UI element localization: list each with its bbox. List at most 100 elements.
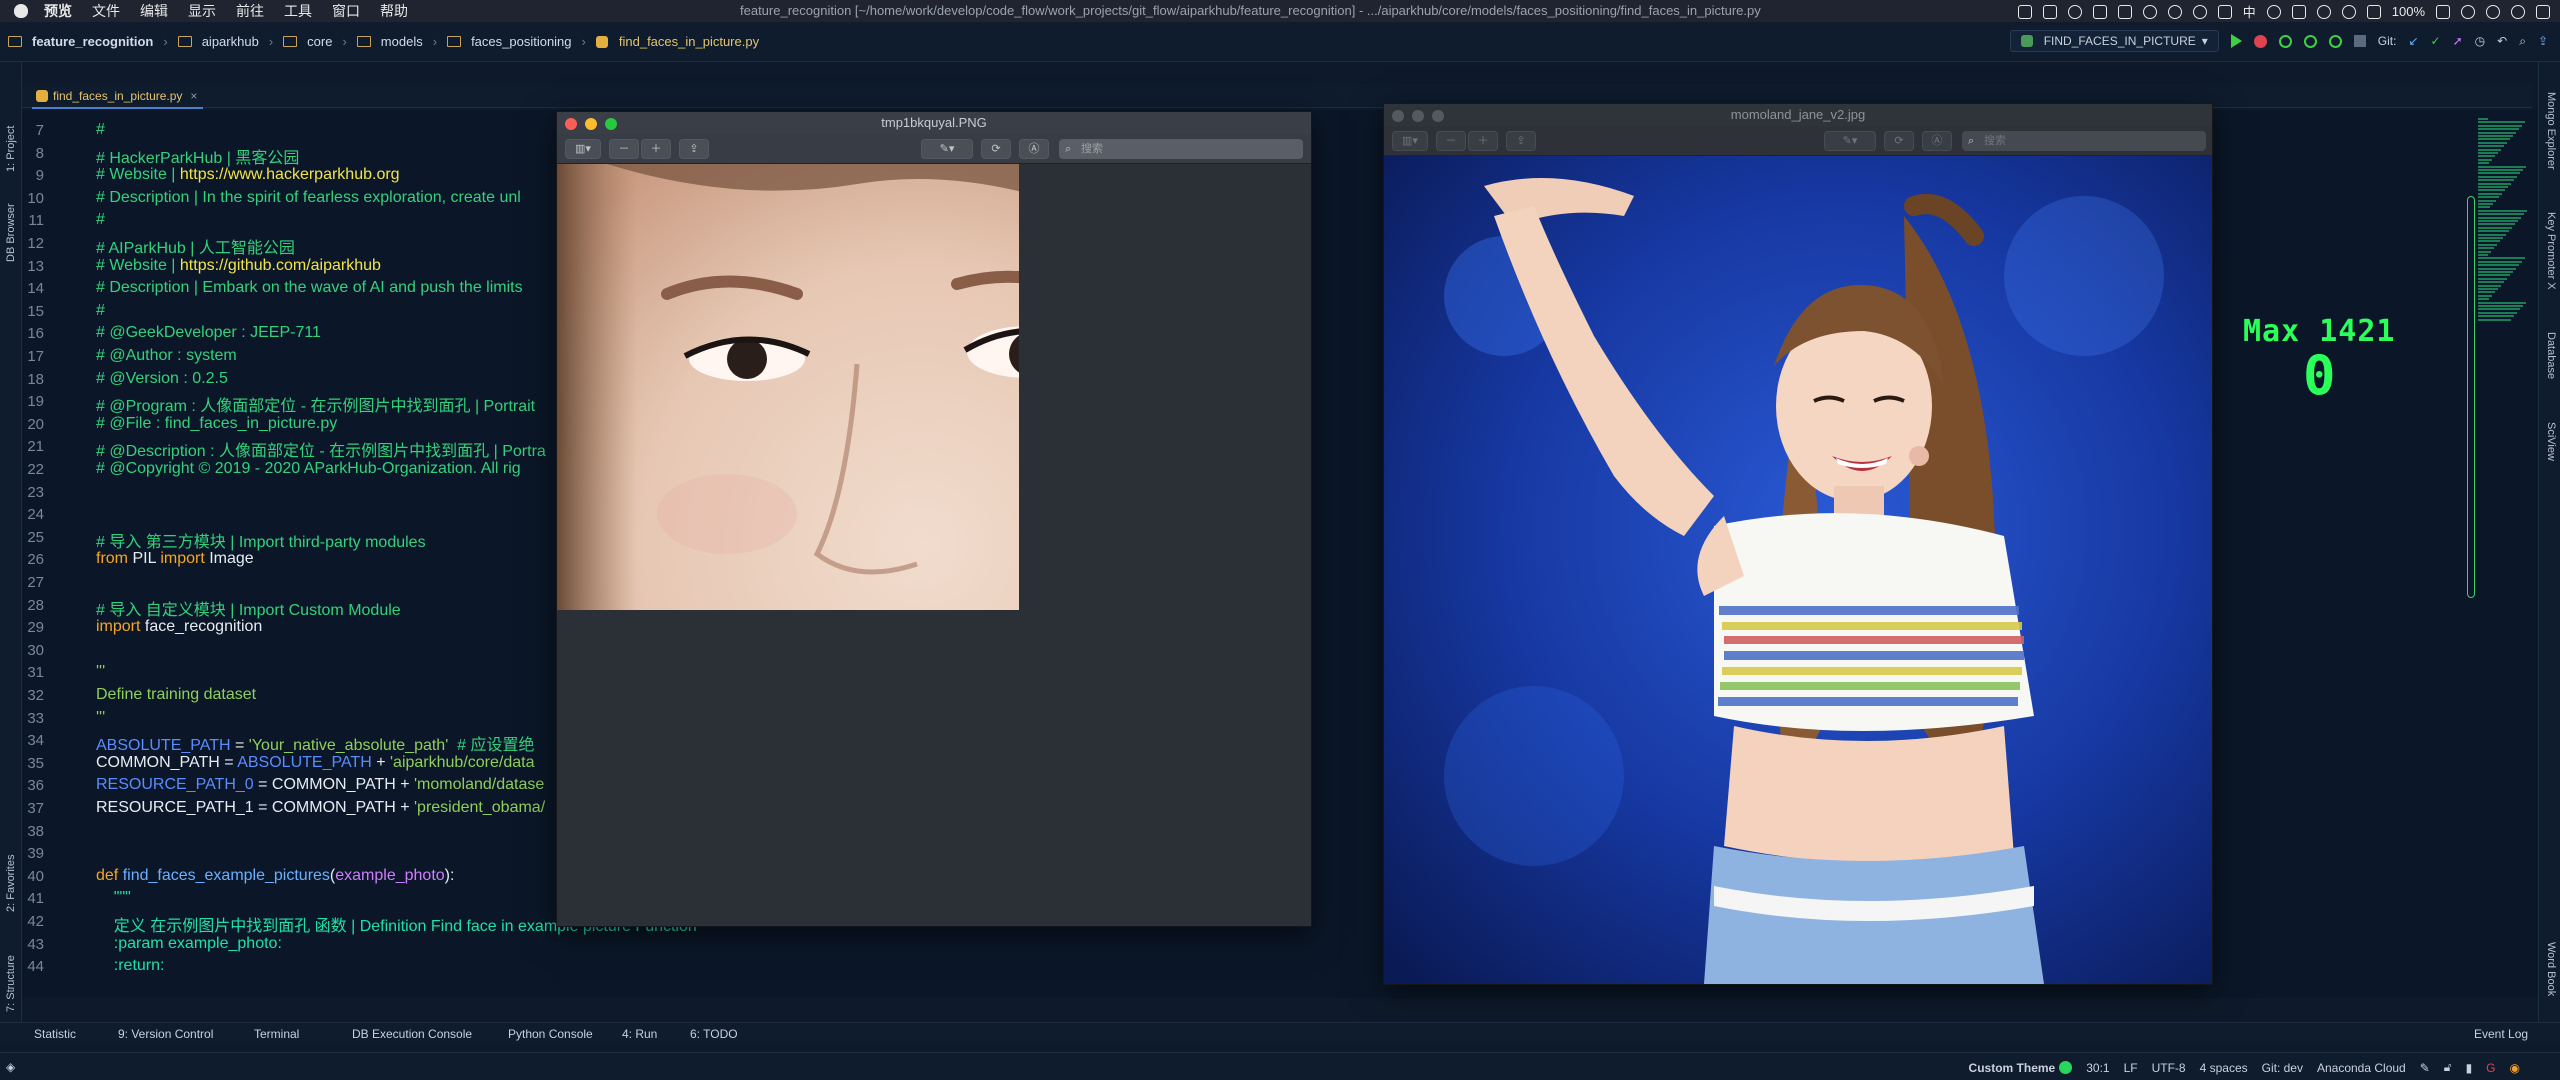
zoom-out-icon[interactable]: －: [609, 139, 639, 159]
apple-icon[interactable]: [14, 4, 28, 18]
zoom-window-button[interactable]: [605, 118, 617, 130]
db-browser-tool-button[interactable]: DB Browser: [5, 203, 17, 262]
shield-icon[interactable]: [2192, 4, 2207, 19]
clock-icon[interactable]: [2142, 4, 2157, 19]
menu-window[interactable]: 窗口: [332, 1, 360, 21]
volume-icon[interactable]: [2366, 4, 2381, 19]
profile-icon[interactable]: [2303, 34, 2317, 48]
sidebar-toggle-icon[interactable]: ▥▾: [565, 139, 601, 159]
crumb-faces-positioning[interactable]: faces_positioning: [471, 34, 571, 49]
code-minimap[interactable]: [2478, 118, 2534, 338]
minimize-window-button[interactable]: [1412, 110, 1424, 122]
layers-icon[interactable]: ◈: [6, 1060, 15, 1074]
coverage-icon[interactable]: [2278, 34, 2292, 48]
crumb-models[interactable]: models: [381, 34, 423, 49]
revert-icon[interactable]: ↶: [2497, 34, 2507, 48]
bluetooth-icon[interactable]: [2316, 4, 2331, 19]
sidebar-toggle-icon[interactable]: ▥▾: [1392, 131, 1428, 151]
crumb-file[interactable]: find_faces_in_picture.py: [619, 34, 759, 49]
close-window-button[interactable]: [1392, 110, 1404, 122]
caret-position[interactable]: 30:1: [2086, 1061, 2109, 1075]
crumb-core[interactable]: core: [307, 34, 332, 49]
preview-title-bar[interactable]: momoland_jane_v2.jpg: [1384, 104, 2212, 126]
share-icon[interactable]: ⇪: [1506, 131, 1536, 151]
terminal-tab[interactable]: Terminal: [254, 1027, 299, 1041]
bag-icon[interactable]: [2042, 4, 2057, 19]
key-promoter-tool-button[interactable]: Key Promoter X: [2545, 212, 2557, 290]
sync-icon[interactable]: [2067, 4, 2082, 19]
markup-pen-icon[interactable]: ✎▾: [1824, 131, 1876, 151]
git-update-icon[interactable]: ↙: [2408, 34, 2418, 48]
run-config-select[interactable]: FIND_FACES_IN_PICTURE ▾: [2009, 30, 2219, 52]
git-push-icon[interactable]: ➚: [2453, 34, 2463, 48]
theme-indicator[interactable]: Custom Theme: [1969, 1060, 2073, 1075]
crumb-project[interactable]: feature_recognition: [32, 34, 153, 49]
python-console-tab[interactable]: Python Console: [508, 1027, 593, 1041]
statistic-tab[interactable]: Statistic: [34, 1027, 76, 1041]
memory-icon[interactable]: ▮: [2466, 1061, 2473, 1075]
minimize-window-button[interactable]: [585, 118, 597, 130]
word-book-tool-button[interactable]: Word Book: [2545, 942, 2557, 996]
annotate-icon[interactable]: Ⓐ: [1019, 139, 1049, 159]
menu-edit[interactable]: 编辑: [140, 1, 168, 21]
crumb-aiparkhub[interactable]: aiparkhub: [202, 34, 259, 49]
mongo-explorer-tool-button[interactable]: Mongo Explorer: [2545, 92, 2557, 170]
wifi-icon[interactable]: [2341, 4, 2356, 19]
search-icon[interactable]: ⌕: [2519, 34, 2526, 49]
menu-file[interactable]: 文件: [92, 1, 120, 21]
notification-icon[interactable]: ◉: [2510, 1061, 2520, 1075]
menu-help[interactable]: 帮助: [380, 1, 408, 21]
close-window-button[interactable]: [565, 118, 577, 130]
todo-tab[interactable]: 6: TODO: [690, 1027, 738, 1041]
editor-scrollbar[interactable]: [2467, 196, 2475, 598]
database-tool-button[interactable]: Database: [2545, 332, 2557, 379]
share-icon[interactable]: ⇪: [679, 139, 709, 159]
version-control-tab[interactable]: 9: Version Control: [118, 1027, 213, 1041]
favorites-tool-button[interactable]: 2: Favorites: [5, 855, 17, 912]
zoom-in-icon[interactable]: ＋: [1468, 131, 1498, 151]
project-tool-button[interactable]: 1: Project: [5, 126, 17, 172]
event-log-tab[interactable]: Event Log: [2474, 1027, 2528, 1041]
anaconda-cloud[interactable]: Anaconda Cloud: [2317, 1061, 2406, 1075]
concurrency-icon[interactable]: [2328, 34, 2342, 48]
send-icon[interactable]: [2167, 4, 2182, 19]
preview-title-bar[interactable]: tmp1bkquyal.PNG: [557, 112, 1311, 134]
battery-icon[interactable]: [2436, 4, 2450, 19]
menu-go[interactable]: 前往: [236, 1, 264, 21]
screen-icon[interactable]: [2291, 4, 2306, 19]
sciview-tool-button[interactable]: SciView: [2545, 422, 2557, 461]
markup-pen-icon[interactable]: ✎▾: [921, 139, 973, 159]
history-icon[interactable]: [2266, 4, 2281, 19]
input-icon[interactable]: [2217, 4, 2232, 19]
preview-search-input[interactable]: 搜索: [1962, 131, 2206, 151]
run-tab[interactable]: 4: Run: [622, 1027, 657, 1041]
ide-update-icon[interactable]: ⇪: [2538, 34, 2548, 48]
display-icon[interactable]: [2092, 4, 2107, 19]
rotate-icon[interactable]: ⟳: [1884, 131, 1914, 151]
preview-search-input[interactable]: 搜索: [1059, 139, 1303, 159]
structure-tool-button[interactable]: 7: Structure: [5, 955, 17, 1012]
lock-icon[interactable]: [2017, 4, 2032, 19]
file-encoding[interactable]: UTF-8: [2152, 1061, 2186, 1075]
history-icon[interactable]: ◷: [2475, 34, 2485, 48]
annotate-icon[interactable]: Ⓐ: [1922, 131, 1952, 151]
db-execution-console-tab[interactable]: DB Execution Console: [352, 1027, 472, 1041]
indent-setting[interactable]: 4 spaces: [2200, 1061, 2248, 1075]
git-branch[interactable]: Git: dev: [2262, 1061, 2303, 1075]
spotlight-icon[interactable]: [2486, 4, 2500, 19]
input-method-label[interactable]: 中: [2243, 2, 2256, 21]
line-separator[interactable]: LF: [2124, 1061, 2138, 1075]
debug-icon[interactable]: [2253, 34, 2267, 48]
zoom-window-button[interactable]: [1432, 110, 1444, 122]
edit-icon[interactable]: ✎: [2420, 1061, 2430, 1075]
siri-icon[interactable]: [2511, 4, 2525, 19]
tab-find-faces[interactable]: find_faces_in_picture.py ×: [32, 87, 204, 109]
menu-tools[interactable]: 工具: [284, 1, 312, 21]
clipboard-icon[interactable]: [2117, 4, 2132, 19]
menu-app-name[interactable]: 预览: [44, 1, 72, 21]
git-commit-icon[interactable]: ✓: [2431, 34, 2441, 48]
run-icon[interactable]: [2230, 34, 2242, 48]
stop-icon[interactable]: [2353, 35, 2366, 47]
close-icon[interactable]: ×: [190, 89, 197, 103]
time-icon[interactable]: [2461, 4, 2475, 19]
